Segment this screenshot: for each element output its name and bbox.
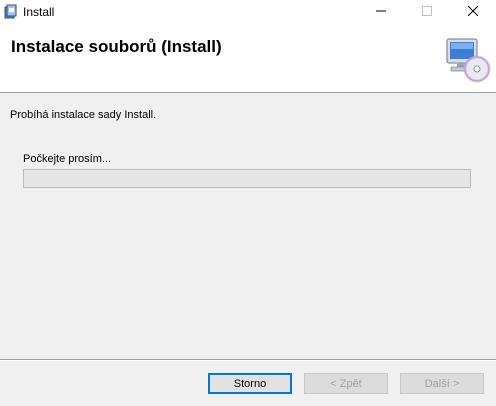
back-button[interactable]: < Zpět xyxy=(304,373,388,394)
maximize-icon xyxy=(422,6,432,16)
cancel-button[interactable]: Storno xyxy=(208,373,292,394)
page-title: Instalace souborů (Install) xyxy=(11,37,222,56)
window-title: Install xyxy=(23,5,55,19)
maximize-button[interactable] xyxy=(404,0,450,23)
minimize-icon xyxy=(376,10,386,12)
computer-cd-icon xyxy=(446,38,491,83)
header-banner: Instalace souborů (Install) xyxy=(0,23,496,93)
next-button[interactable]: Další > xyxy=(400,373,484,394)
minimize-button[interactable] xyxy=(358,0,404,23)
title-bar: Install xyxy=(0,0,496,23)
installer-app-icon xyxy=(4,4,17,19)
progress-bar xyxy=(23,169,471,188)
close-button[interactable] xyxy=(450,0,496,23)
status-text: Probíhá instalace sady Install. xyxy=(10,109,157,121)
close-icon xyxy=(468,6,478,16)
footer-divider xyxy=(0,359,496,361)
wait-label: Počkejte prosím... xyxy=(23,153,112,165)
